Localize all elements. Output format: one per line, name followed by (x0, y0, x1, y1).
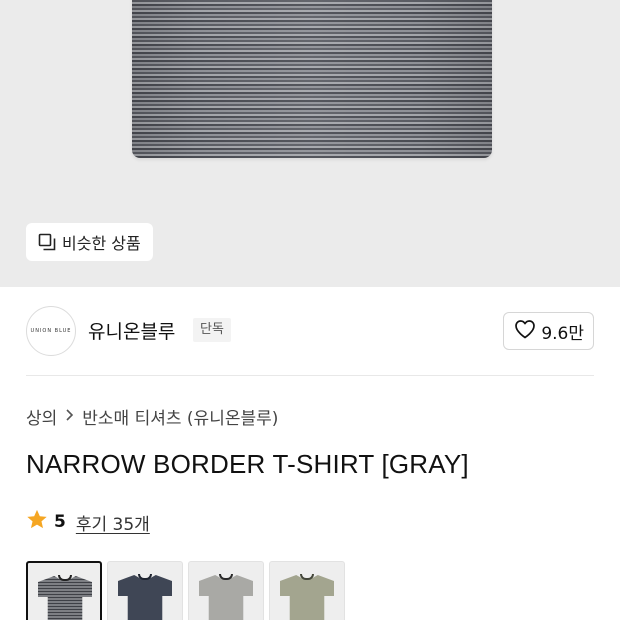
product-image[interactable]: 비슷한 상품 (0, 0, 620, 287)
rating: 5 후기 35개 (26, 509, 150, 535)
tshirt-thumbnail (38, 576, 92, 620)
copy-icon (38, 233, 56, 251)
product-photo-tshirt (132, 0, 492, 158)
product-title: NARROW BORDER T-SHIRT [GRAY] (26, 449, 469, 479)
color-option-light-gray[interactable] (188, 561, 264, 620)
breadcrumb-item[interactable]: 반소매 티셔츠 (유니온블루) (82, 404, 278, 429)
brand-logo-text: UNION BLUE (30, 328, 72, 334)
similar-products-label: 비슷한 상품 (62, 234, 141, 253)
color-options (26, 561, 345, 620)
star-icon (26, 509, 48, 535)
brand-logo[interactable]: UNION BLUE (26, 306, 76, 356)
like-button[interactable]: 9.6만 (503, 312, 594, 350)
similar-products-button[interactable]: 비슷한 상품 (26, 223, 153, 261)
color-option-navy[interactable] (107, 561, 183, 620)
tshirt-thumbnail (280, 575, 334, 620)
exclusive-badge: 단독 (193, 318, 231, 342)
brand-name[interactable]: 유니온블루 (88, 317, 175, 344)
divider (26, 375, 594, 376)
heart-outline-icon (514, 319, 536, 344)
color-option-gray-stripe[interactable] (26, 561, 102, 620)
tshirt-thumbnail (199, 575, 253, 620)
rating-score: 5 (54, 512, 66, 532)
color-option-olive[interactable] (269, 561, 345, 620)
tshirt-thumbnail (118, 575, 172, 620)
reviews-link[interactable]: 후기 35개 (76, 510, 150, 535)
like-count: 9.6만 (541, 323, 584, 344)
breadcrumb: 상의 반소매 티셔츠 (유니온블루) (26, 404, 278, 429)
breadcrumb-item[interactable]: 상의 (26, 404, 57, 429)
chevron-right-icon (65, 408, 74, 426)
brand-row: UNION BLUE 유니온블루 단독 9.6만 (0, 287, 620, 375)
